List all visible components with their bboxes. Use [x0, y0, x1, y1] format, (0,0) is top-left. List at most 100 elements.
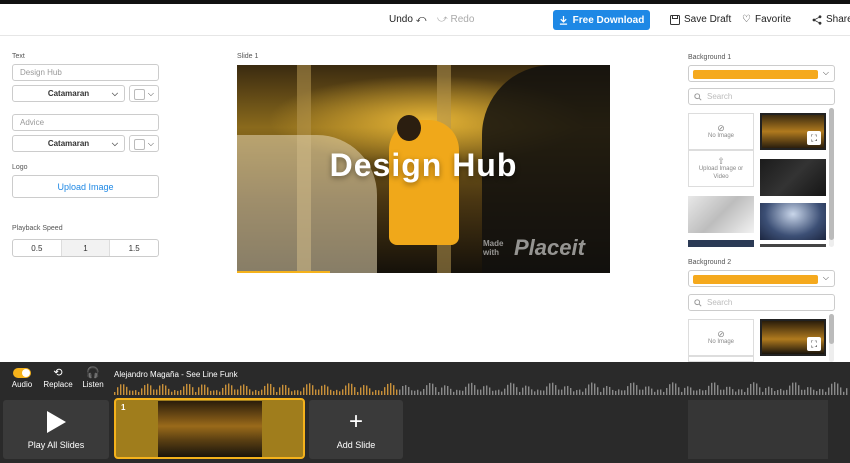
play-all-slides-button[interactable]: Play All Slides: [3, 400, 109, 459]
background-1-search[interactable]: Search: [688, 88, 835, 105]
redo-button[interactable]: ⤻ Redo: [437, 14, 474, 25]
upload-image-tile[interactable]: ⇧ Upload Image or Video: [688, 150, 754, 187]
font-select-1-value: Catamaran: [47, 89, 90, 98]
heart-icon: ♡: [742, 14, 751, 25]
background-thumbnail[interactable]: [760, 159, 826, 196]
replace-icon: ⟲: [53, 367, 63, 379]
undo-label: Undo: [389, 14, 413, 25]
audio-toggle[interactable]: Audio: [5, 366, 39, 389]
text-field-2[interactable]: Advice: [12, 114, 159, 131]
color-fill: [693, 275, 818, 284]
upload-image-button[interactable]: Upload Image: [12, 175, 159, 198]
slide-thumbnail-image: [158, 401, 262, 457]
track-title: Alejandro Magaña - See Line Funk: [114, 370, 238, 379]
no-image-label: No Image: [707, 132, 734, 139]
slide-thumbnail[interactable]: 1: [114, 398, 305, 459]
share-button[interactable]: Share: [812, 14, 850, 25]
background-thumbnails-overflow: [688, 400, 828, 459]
save-draft-button[interactable]: Save Draft: [670, 14, 731, 25]
chevron-down-icon: ⌵: [822, 273, 829, 282]
chevron-down-icon: ⌵: [111, 139, 118, 148]
slide-number: 1: [121, 403, 126, 412]
undo-icon: ⤺: [415, 14, 427, 25]
play-icon: [47, 410, 66, 433]
crop-icon[interactable]: ⛶: [807, 337, 821, 351]
plus-icon: +: [348, 407, 363, 435]
background-thumbnail[interactable]: [688, 196, 754, 233]
listen-label: Listen: [82, 380, 104, 389]
playback-speed-label: Playback Speed: [12, 225, 63, 232]
toggle-switch[interactable]: [5, 366, 39, 380]
background-thumbnail[interactable]: [688, 240, 754, 247]
upload-tile-line2: Video: [713, 173, 729, 180]
add-slide-label: Add Slide: [336, 439, 376, 450]
background-thumbnail[interactable]: [760, 203, 826, 240]
playback-speed-control: 0.5 1 1.5: [12, 239, 159, 257]
background-2-label: Background 2: [688, 259, 732, 266]
redo-label: Redo: [450, 14, 475, 25]
background-thumbnail-selected[interactable]: ⛶: [760, 113, 826, 150]
font-select-2-value: Catamaran: [47, 139, 90, 148]
chevron-down-icon: ⌵: [822, 68, 829, 77]
background-2-scrollbar[interactable]: [829, 314, 834, 362]
text-field-1[interactable]: Design Hub: [12, 64, 159, 81]
scrollbar-thumb[interactable]: [829, 108, 834, 240]
background-2-color-select[interactable]: ⌵: [688, 270, 835, 287]
background-1-scrollbar[interactable]: [829, 108, 834, 247]
chevron-down-icon: ⌵: [111, 89, 118, 98]
background-thumbnail-selected[interactable]: ⛶: [760, 319, 826, 356]
download-icon: [559, 15, 567, 25]
watermark-made-with: Made with: [483, 239, 503, 257]
top-toolbar: Undo ⤺ ⤻ Redo Free Download Save Draft ♡…: [0, 4, 850, 36]
no-image-tile[interactable]: ⊘ No Image: [688, 113, 754, 150]
listen-button[interactable]: 🎧 Listen: [76, 366, 110, 389]
color-swatch: [134, 139, 145, 150]
undo-button[interactable]: Undo ⤺: [389, 14, 426, 25]
color-fill: [693, 70, 818, 79]
crop-icon[interactable]: ⛶: [807, 131, 821, 145]
slide-canvas[interactable]: Design Hub Made with Placeit: [237, 65, 610, 273]
share-icon: [812, 14, 822, 25]
watermark-made: Made: [483, 239, 504, 248]
slide-headline[interactable]: Design Hub: [237, 147, 610, 184]
replace-button[interactable]: ⟲ Replace: [41, 366, 75, 389]
speed-option-0-5[interactable]: 0.5: [13, 240, 61, 256]
search-placeholder: Search: [707, 298, 733, 307]
redo-icon: ⤻: [437, 14, 451, 25]
font-select-1[interactable]: Catamaran ⌵: [12, 85, 125, 102]
share-label: Share: [826, 14, 850, 25]
search-placeholder: Search: [707, 92, 733, 101]
no-image-icon: ⊘: [717, 122, 725, 133]
no-image-tile[interactable]: ⊘ No Image: [688, 319, 754, 356]
text-section-label: Text: [12, 53, 25, 60]
slide-label: Slide 1: [237, 53, 259, 60]
headphones-icon: 🎧: [86, 367, 100, 379]
save-draft-label: Save Draft: [684, 14, 732, 25]
chevron-down-icon: ⌵: [147, 139, 154, 148]
favorite-button[interactable]: ♡ Favorite: [742, 14, 791, 25]
search-icon: [694, 92, 702, 101]
watermark-brand: Placeit: [514, 235, 585, 260]
speed-option-1[interactable]: 1: [60, 240, 110, 256]
audio-label: Audio: [11, 380, 33, 389]
search-icon: [694, 298, 702, 307]
font-select-2[interactable]: Catamaran ⌵: [12, 135, 125, 152]
color-picker-2[interactable]: ⌵: [129, 135, 159, 152]
free-download-label: Free Download: [572, 14, 645, 26]
free-download-button[interactable]: Free Download: [553, 10, 650, 30]
speed-option-1-5[interactable]: 1.5: [109, 240, 158, 256]
no-image-label: No Image: [707, 338, 734, 345]
watermark-with: with: [483, 248, 499, 257]
background-1-color-select[interactable]: ⌵: [688, 65, 835, 82]
background-thumbnail[interactable]: [760, 244, 826, 247]
color-picker-1[interactable]: ⌵: [129, 85, 159, 102]
canvas-person-head: [397, 115, 421, 141]
logo-section-label: Logo: [12, 164, 28, 171]
upload-icon: ⇧: [717, 155, 725, 166]
audio-waveform[interactable]: [114, 381, 850, 395]
scrollbar-thumb[interactable]: [829, 314, 834, 344]
save-icon: [670, 14, 680, 25]
add-slide-button[interactable]: + Add Slide: [309, 400, 403, 459]
color-swatch: [134, 89, 145, 100]
background-2-search[interactable]: Search: [688, 294, 835, 311]
